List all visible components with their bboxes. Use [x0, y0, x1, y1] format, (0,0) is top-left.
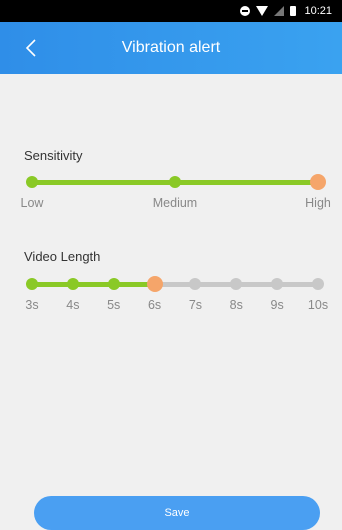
video-length-stop[interactable] [107, 278, 120, 290]
video-length-stop[interactable] [230, 278, 243, 290]
video-length-stop[interactable] [66, 278, 79, 290]
wifi-icon [256, 6, 269, 16]
do-not-disturb-icon [240, 6, 251, 16]
video-length-option-label: 8s [229, 298, 243, 312]
video-length-stop[interactable] [271, 278, 284, 290]
video-length-option-label: 3s [25, 298, 39, 312]
app-bar: Vibration alert [0, 22, 342, 74]
phone-screen: 10:21 Vibration alert Sensitivity Low Med… [0, 0, 342, 530]
video-length-options: 3s 4s 5s 6s 7s 8s 9s 10s [0, 298, 342, 316]
video-length-knob-selected[interactable] [146, 276, 163, 292]
sensitivity-label: Sensitivity [24, 148, 83, 163]
sensitivity-option-label: Low [20, 196, 44, 210]
settings-content: Sensitivity Low Medium High Video Length 3… [0, 74, 342, 530]
sensitivity-slider[interactable] [0, 170, 342, 194]
sensitivity-levels: Low Medium High [0, 196, 342, 214]
save-button[interactable]: Save [34, 496, 320, 530]
status-bar: 10:21 [0, 0, 342, 22]
video-length-option-label: 5s [107, 298, 121, 312]
video-length-track-filled [32, 281, 155, 287]
video-length-option-label: 7s [188, 298, 203, 312]
video-length-option-label: 6s [147, 298, 162, 312]
video-length-option-label: 10s [307, 298, 329, 312]
page-title: Vibration alert [121, 39, 221, 56]
video-length-stop[interactable] [189, 278, 202, 290]
signal-icon [274, 6, 285, 16]
video-length-label: Video Length [24, 249, 101, 264]
video-length-option-label: 4s [66, 298, 80, 312]
video-length-stop[interactable] [312, 278, 324, 290]
status-time: 10:21 [304, 5, 332, 17]
video-length-option-label: 9s [270, 298, 284, 312]
sensitivity-knob-selected[interactable] [310, 174, 326, 190]
video-length-slider[interactable] [0, 272, 342, 296]
sensitivity-option-label: High [305, 196, 331, 210]
sensitivity-stop[interactable] [169, 176, 181, 188]
sensitivity-option-label: Medium [152, 196, 198, 210]
sensitivity-stop[interactable] [26, 176, 38, 188]
video-length-stop[interactable] [26, 278, 38, 290]
battery-icon [290, 6, 297, 16]
